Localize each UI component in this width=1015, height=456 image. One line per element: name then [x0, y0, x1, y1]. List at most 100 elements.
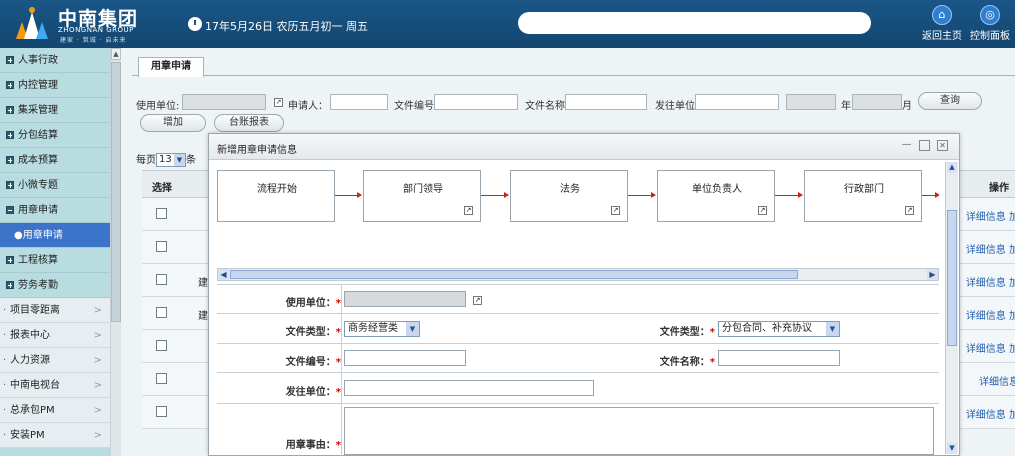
scroll-thumb[interactable] [230, 270, 798, 279]
form-row-unit: 使用单位：* ↗ [217, 285, 939, 314]
query-button[interactable]: 查询 [918, 92, 982, 110]
dialog-vertical-scrollbar[interactable]: ▲ ▼ [945, 162, 958, 454]
flow-node-unit-head[interactable]: 单位负责人 ↗ [657, 170, 775, 222]
doc-type-select[interactable]: 商务经营类 ▼ [344, 321, 420, 337]
row-action-link[interactable]: 详细信息 加 [966, 208, 1015, 223]
reason-textarea[interactable] [344, 407, 934, 455]
row-checkbox[interactable] [156, 208, 167, 219]
row-checkbox[interactable] [156, 406, 167, 417]
row-checkbox[interactable] [156, 241, 167, 252]
doc-type-label: 文件类型：* [285, 327, 341, 338]
scroll-up-icon[interactable]: ▲ [947, 162, 957, 173]
brand-slogan: 建家 · 筑城 · 启未来 [60, 37, 127, 44]
module-general-contract-pm[interactable]: 总承包PM> [0, 398, 110, 423]
filter-docname-input[interactable] [565, 94, 647, 110]
filter-docno-input[interactable] [434, 94, 518, 110]
sidebar-subitem-seal-application[interactable]: ●用章申请 [0, 223, 110, 248]
home-button[interactable]: ⌂ 返回主页 [920, 5, 964, 42]
chevron-right-icon: > [93, 305, 102, 316]
row-checkbox[interactable] [156, 373, 167, 384]
maximize-icon[interactable] [919, 140, 930, 151]
scroll-up-icon[interactable]: ▲ [111, 48, 121, 60]
row-checkbox[interactable] [156, 307, 167, 318]
sidebar-item-micro-topic[interactable]: 小微专题 [0, 173, 110, 198]
chevron-right-icon: > [93, 405, 102, 416]
sidebar-item-procurement[interactable]: 集采管理 [0, 98, 110, 123]
picker-icon[interactable]: ↗ [274, 98, 283, 107]
issue-unit-label: 发往单位：* [285, 387, 341, 398]
node-detail-icon[interactable]: ↗ [611, 206, 620, 215]
doc-no-input[interactable] [344, 350, 466, 366]
node-detail-icon[interactable]: ↗ [905, 206, 914, 215]
row-action-link[interactable]: 详细信息 [979, 373, 1015, 388]
zhongnan-logo-icon [16, 7, 48, 39]
filter-unit-label: 使用单位: [136, 101, 180, 112]
sidebar-scrollbar[interactable]: ▲ [110, 48, 121, 456]
unit-label: 使用单位：* [285, 298, 341, 309]
filter-month-input[interactable] [852, 94, 902, 110]
column-operation: 操作 [989, 183, 1009, 194]
ledger-report-button[interactable]: 台账报表 [214, 114, 284, 132]
scroll-thumb[interactable] [111, 62, 121, 322]
node-detail-icon[interactable]: ↗ [464, 206, 473, 215]
add-button[interactable]: 增加 [140, 114, 206, 132]
module-installation-pm[interactable]: 安装PM> [0, 423, 110, 448]
doc-name-label: 文件名称：* [659, 357, 715, 368]
doc-name-input[interactable] [718, 350, 840, 366]
flow-horizontal-scrollbar[interactable]: ◀ ▶ [217, 268, 939, 281]
dialog-title: 新增用章申请信息 [217, 145, 297, 156]
row-checkbox[interactable] [156, 274, 167, 285]
minimize-icon[interactable]: — [901, 140, 912, 151]
filter-year-input[interactable] [786, 94, 836, 110]
flow-node-admin-dept[interactable]: 行政部门 ↗ [804, 170, 922, 222]
module-zhongnan-tv[interactable]: 中南电视台> [0, 373, 110, 398]
close-icon[interactable]: ✕ [937, 140, 948, 151]
node-detail-icon[interactable]: ↗ [758, 206, 767, 215]
doc-type2-select[interactable]: 分包合同、补充协议 ▼ [718, 321, 840, 337]
chevron-down-icon: ▼ [406, 322, 419, 336]
sidebar-item-labor-attendance[interactable]: 劳务考勤 [0, 273, 110, 298]
filter-unit-input[interactable] [182, 94, 266, 110]
row-checkbox[interactable] [156, 340, 167, 351]
tab-seal-application[interactable]: 用章申请 [138, 57, 204, 77]
sidebar-item-hr[interactable]: 人事行政 [0, 48, 110, 73]
module-report-center[interactable]: 报表中心> [0, 323, 110, 348]
scroll-right-icon[interactable]: ▶ [927, 269, 938, 280]
sidebar-item-subcontract[interactable]: 分包结算 [0, 123, 110, 148]
scroll-down-icon[interactable]: ▼ [947, 443, 957, 454]
flow-node-start[interactable]: 流程开始 [217, 170, 335, 222]
home-icon: ⌂ [932, 5, 952, 25]
module-human-resources[interactable]: 人力资源> [0, 348, 110, 373]
application-form: 使用单位：* ↗ 文件类型：* 商务经营类 ▼ 文件类型：* 分包合同、补充协议 ▼… [217, 284, 939, 456]
row-action-link[interactable]: 详细信息 加 [966, 406, 1015, 421]
flow-node-dept-leader[interactable]: 部门领导 ↗ [363, 170, 481, 222]
expand-icon [6, 181, 14, 189]
filter-issue-unit-input[interactable] [695, 94, 779, 110]
form-row-reason: 用章事由：* [217, 404, 939, 456]
page-size-select[interactable]: 13 ▼ [156, 153, 186, 167]
flow-node-legal[interactable]: 法务 ↗ [510, 170, 628, 222]
module-project-zero-distance[interactable]: 项目零距离> [0, 298, 110, 323]
sidebar-item-internal-control[interactable]: 内控管理 [0, 73, 110, 98]
header-search-input[interactable] [518, 12, 871, 34]
row-action-link[interactable]: 详细信息 加 [966, 307, 1015, 322]
scroll-thumb[interactable] [947, 210, 957, 346]
doc-type2-label: 文件类型：* [659, 327, 715, 338]
sidebar-item-seal-application[interactable]: 用章申请 [0, 198, 110, 223]
home-label: 返回主页 [922, 31, 962, 42]
row-action-link[interactable]: 详细信息 加 [966, 241, 1015, 256]
control-panel-button[interactable]: ◎ 控制面板 [968, 5, 1012, 42]
sidebar-item-engineering-accounting[interactable]: 工程核算 [0, 248, 110, 273]
row-action-link[interactable]: 详细信息 加 [966, 340, 1015, 355]
unit-input[interactable] [344, 291, 466, 307]
clock-icon [188, 17, 202, 31]
scroll-left-icon[interactable]: ◀ [218, 269, 229, 280]
tab-strip: 用章申请 [132, 54, 1015, 77]
flow-arrow [335, 192, 362, 198]
issue-unit-input[interactable] [344, 380, 594, 396]
sidebar-item-cost-budget[interactable]: 成本预算 [0, 148, 110, 173]
sidebar: 人事行政 内控管理 集采管理 分包结算 成本预算 小微专题 用章申请 ●用章申请… [0, 48, 110, 456]
filter-applicant-input[interactable] [330, 94, 388, 110]
picker-icon[interactable]: ↗ [473, 296, 482, 305]
row-action-link[interactable]: 详细信息 加 [966, 274, 1015, 289]
